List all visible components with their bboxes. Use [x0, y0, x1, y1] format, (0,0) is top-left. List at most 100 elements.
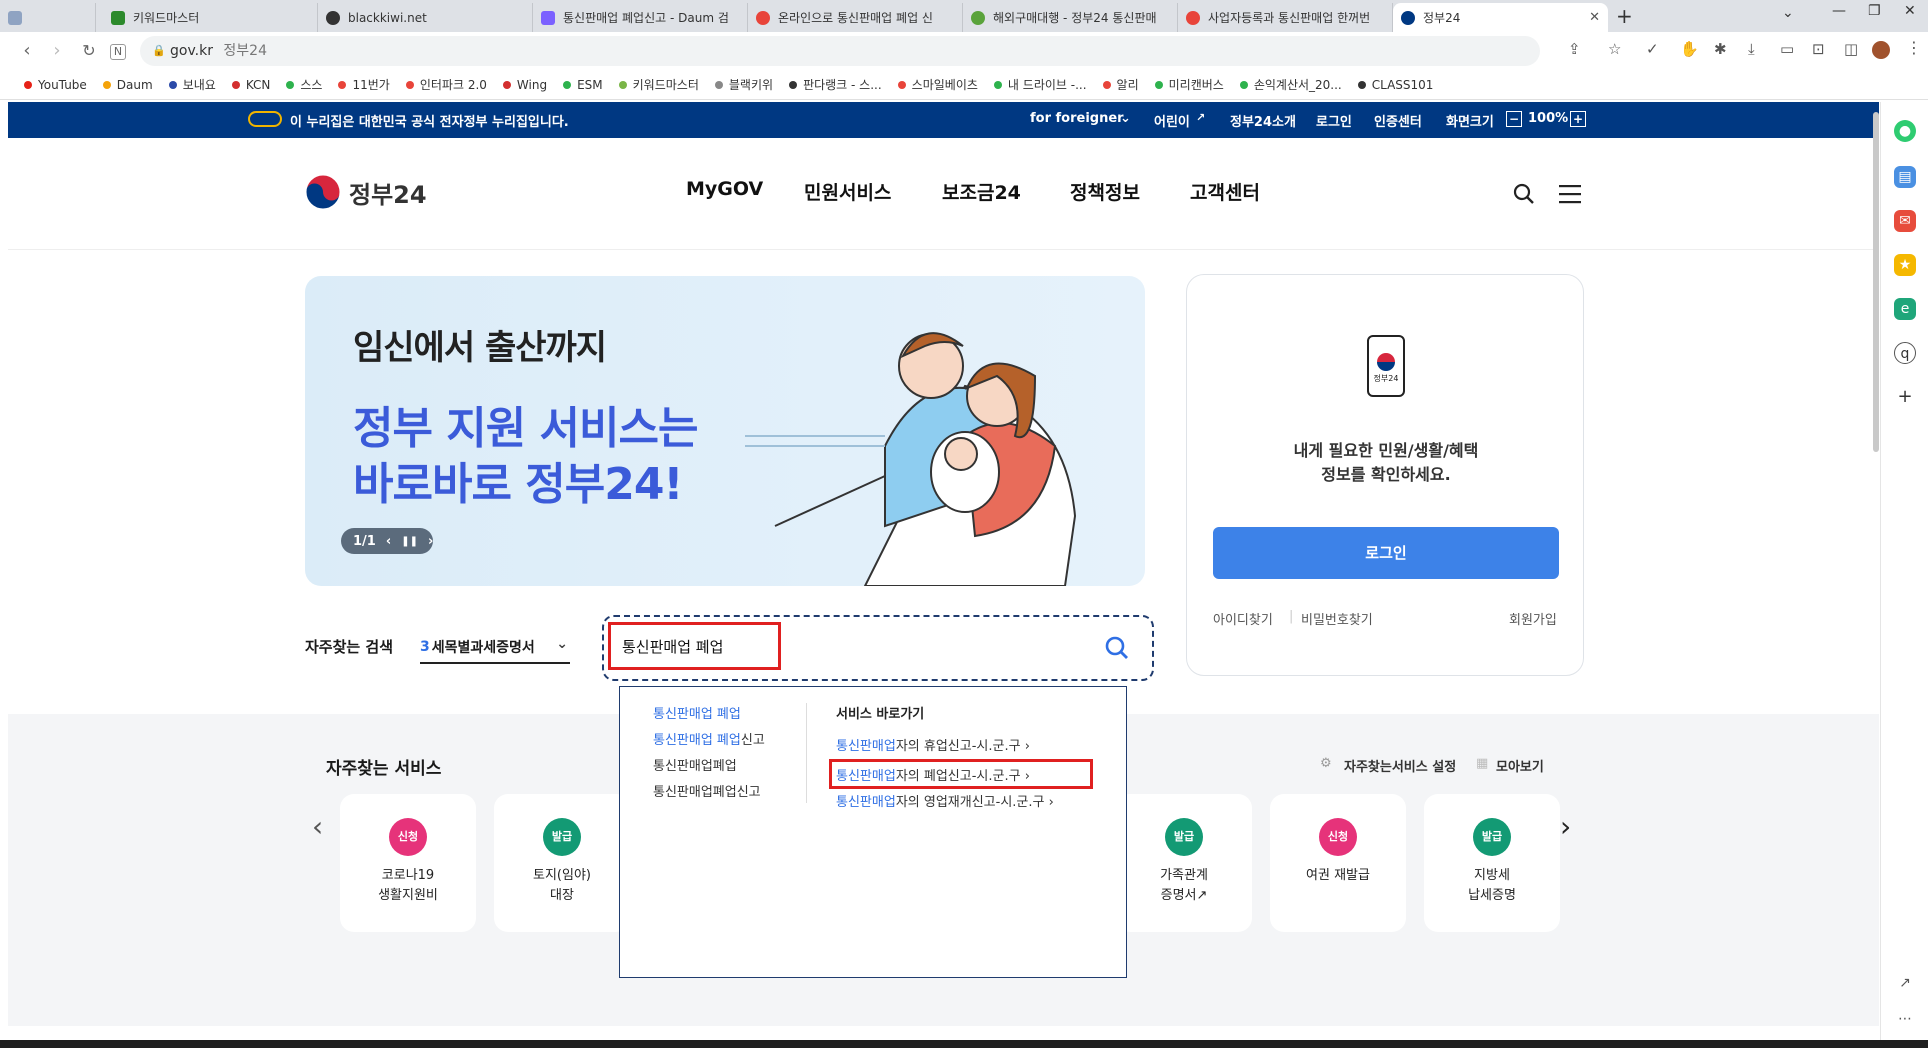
carousel-next-icon[interactable]: › [1560, 810, 1571, 843]
screenshot-icon[interactable]: ⊡ [1812, 40, 1825, 58]
back-icon[interactable]: ‹ [16, 41, 38, 63]
browser-tab[interactable]: 사업자등록과 통신판매업 한꺼번 [1178, 3, 1393, 32]
browser-tab[interactable]: 키워드마스터 [103, 3, 318, 32]
service-settings-link[interactable]: 자주찾는서비스 설정 [1344, 756, 1456, 775]
nav-civil-service[interactable]: 민원서비스 [804, 178, 891, 205]
suggestion-item[interactable]: 통신판매업폐업신고 [653, 781, 761, 800]
nav-policy[interactable]: 정책정보 [1070, 178, 1140, 205]
service-card[interactable]: 발급 토지(임야) 대장 [494, 794, 630, 932]
address-bar[interactable]: 🔒 gov.kr 정부24 [140, 36, 1540, 66]
bookmark-item[interactable]: KCN [231, 78, 270, 92]
cast-icon[interactable]: ▭ [1780, 40, 1794, 58]
reload-icon[interactable]: ↻ [78, 41, 100, 63]
hero-banner[interactable]: 임신에서 출산까지 정부 지원 서비스는 바로바로 정부24! 1/1 ‹ ❚❚… [305, 276, 1145, 586]
browser-tab[interactable]: blackkiwi.net [318, 3, 533, 32]
download-icon[interactable]: ⤓ [1748, 40, 1755, 58]
bookmark-item[interactable]: 키워드마스터 [618, 76, 699, 93]
browser-tab[interactable] [0, 3, 96, 32]
bookmark-item[interactable]: 손익계산서_20... [1239, 76, 1342, 93]
extension-icon[interactable]: ✋ [1680, 40, 1699, 58]
bookmark-item[interactable]: 11번가 [338, 76, 390, 93]
bookmark-item[interactable]: Daum [102, 78, 153, 92]
bookmark-item[interactable]: Wing [502, 78, 547, 92]
bookmark-item[interactable]: 인터파크 2.0 [405, 76, 487, 93]
service-card[interactable]: 발급 가족관계 증명서↗ [1116, 794, 1252, 932]
add-icon[interactable]: + [1894, 386, 1916, 408]
zoom-out-button[interactable]: − [1506, 111, 1522, 127]
login-message-line1: 내게 필요한 민원/생활/혜택 [1293, 441, 1479, 460]
shortcut-item[interactable]: 통신판매업자의 휴업신고-시.군.구 › [836, 735, 1030, 754]
tab-search-icon[interactable]: ⌄ [1782, 5, 1794, 21]
cert-center-link[interactable]: 인증센터 [1374, 111, 1422, 130]
minimize-window-icon[interactable]: — [1832, 3, 1846, 19]
next-icon[interactable]: › [428, 534, 433, 549]
more-dots-icon[interactable]: ⋯ [1894, 1008, 1916, 1030]
about-link[interactable]: 정부24소개 [1230, 111, 1296, 130]
search-submit-icon[interactable] [1104, 635, 1130, 661]
browser-tab-active[interactable]: 정부24 ✕ [1393, 3, 1608, 32]
bookmark-item[interactable]: 미리캔버스 [1154, 76, 1224, 93]
bookmark-item[interactable]: 스마일베이츠 [897, 76, 978, 93]
restore-window-icon[interactable]: ❐ [1868, 3, 1881, 19]
signup-link[interactable]: 회원가입 [1509, 609, 1557, 628]
browser-tab[interactable]: 온라인으로 통신판매업 폐업 신 [748, 3, 963, 32]
menu-dots-icon[interactable]: ⋮ [1906, 38, 1922, 57]
bookmark-item[interactable]: 보내요 [168, 76, 216, 93]
puzzle-icon[interactable]: ✱ [1714, 40, 1727, 58]
bookmark-star-icon[interactable]: ☆ [1608, 40, 1621, 58]
find-id-link[interactable]: 아이디찾기 [1213, 609, 1273, 628]
sidebar-toggle-icon[interactable]: ◫ [1844, 40, 1858, 58]
for-foreigner-link[interactable]: for foreigner [1030, 111, 1124, 126]
login-button[interactable]: 로그인 [1213, 527, 1559, 579]
popular-search-dropdown[interactable]: 3 세목별과세증명서 ⌄ [420, 632, 570, 664]
menu-hamburger-icon[interactable] [1558, 183, 1582, 205]
login-link[interactable]: 로그인 [1316, 111, 1352, 130]
bookmark-item[interactable]: 판다랭크 - 스... [789, 76, 882, 93]
page-scrollbar[interactable] [1873, 112, 1879, 452]
bookmark-item[interactable]: 블랙키위 [714, 76, 773, 93]
suggestion-item[interactable]: 통신판매업 폐업신고 [653, 729, 765, 748]
check-icon[interactable]: ✓ [1646, 40, 1659, 58]
naver-extension-icon[interactable]: N [110, 44, 126, 60]
mail-icon[interactable]: ✉ [1894, 210, 1916, 232]
search-chat-icon[interactable]: q [1894, 342, 1916, 364]
open-external-icon[interactable]: ↗ [1894, 972, 1916, 994]
calendar-icon[interactable]: ▤ [1894, 166, 1916, 188]
suggestion-item[interactable]: 통신판매업 폐업 [653, 703, 741, 722]
shortcut-item[interactable]: 통신판매업자의 영업재개신고-시.군.구 › [836, 791, 1054, 810]
edge-icon[interactable]: e [1894, 298, 1916, 320]
view-all-link[interactable]: 모아보기 [1496, 756, 1544, 775]
browser-tab[interactable]: 통신판매업 폐업신고 - Daum 검 [533, 3, 748, 32]
search-icon[interactable] [1512, 182, 1536, 206]
nav-subsidy[interactable]: 보조금24 [942, 178, 1021, 205]
find-password-link[interactable]: 비밀번호찾기 [1301, 609, 1373, 628]
new-tab-button[interactable]: + [1616, 4, 1633, 28]
bookmark-item[interactable]: 스스 [286, 76, 322, 93]
bookmark-item[interactable]: CLASS101 [1357, 78, 1433, 92]
service-card[interactable]: 발급 지방세 납세증명 [1424, 794, 1560, 932]
nav-customer-center[interactable]: 고객센터 [1190, 178, 1260, 205]
suggestion-item[interactable]: 통신판매업폐업 [653, 755, 737, 774]
favorites-icon[interactable]: ★ [1894, 254, 1916, 276]
carousel-prev-icon[interactable]: ‹ [312, 810, 323, 843]
pause-icon[interactable]: ❚❚ [401, 536, 418, 547]
kids-link[interactable]: 어린이 [1154, 111, 1190, 130]
service-card[interactable]: 신청 여권 재발급 [1270, 794, 1406, 932]
prev-icon[interactable]: ‹ [386, 534, 391, 549]
close-window-icon[interactable]: ✕ [1904, 3, 1916, 19]
mobile-phone-icon: 정부24 [1367, 335, 1405, 397]
browser-tab[interactable]: 해외구매대행 - 정부24 통신판매 [963, 3, 1178, 32]
close-tab-icon[interactable]: ✕ [1589, 10, 1600, 25]
bookmark-item[interactable]: 내 드라이브 -... [993, 76, 1087, 93]
zoom-in-button[interactable]: + [1570, 111, 1586, 127]
profile-avatar[interactable] [1872, 41, 1890, 59]
nav-mygov[interactable]: MyGOV [686, 178, 763, 200]
site-logo[interactable]: 정부24 [305, 174, 427, 210]
bookmark-item[interactable]: YouTube [24, 78, 87, 92]
bookmark-item[interactable]: 알리 [1102, 76, 1139, 93]
service-card[interactable]: 신청 코로나19 생활지원비 [340, 794, 476, 932]
share-icon[interactable]: ⇪ [1568, 40, 1581, 58]
forward-icon[interactable]: › [46, 41, 68, 63]
bookmark-item[interactable]: ESM [563, 78, 603, 92]
chat-icon[interactable]: ● [1894, 120, 1916, 142]
